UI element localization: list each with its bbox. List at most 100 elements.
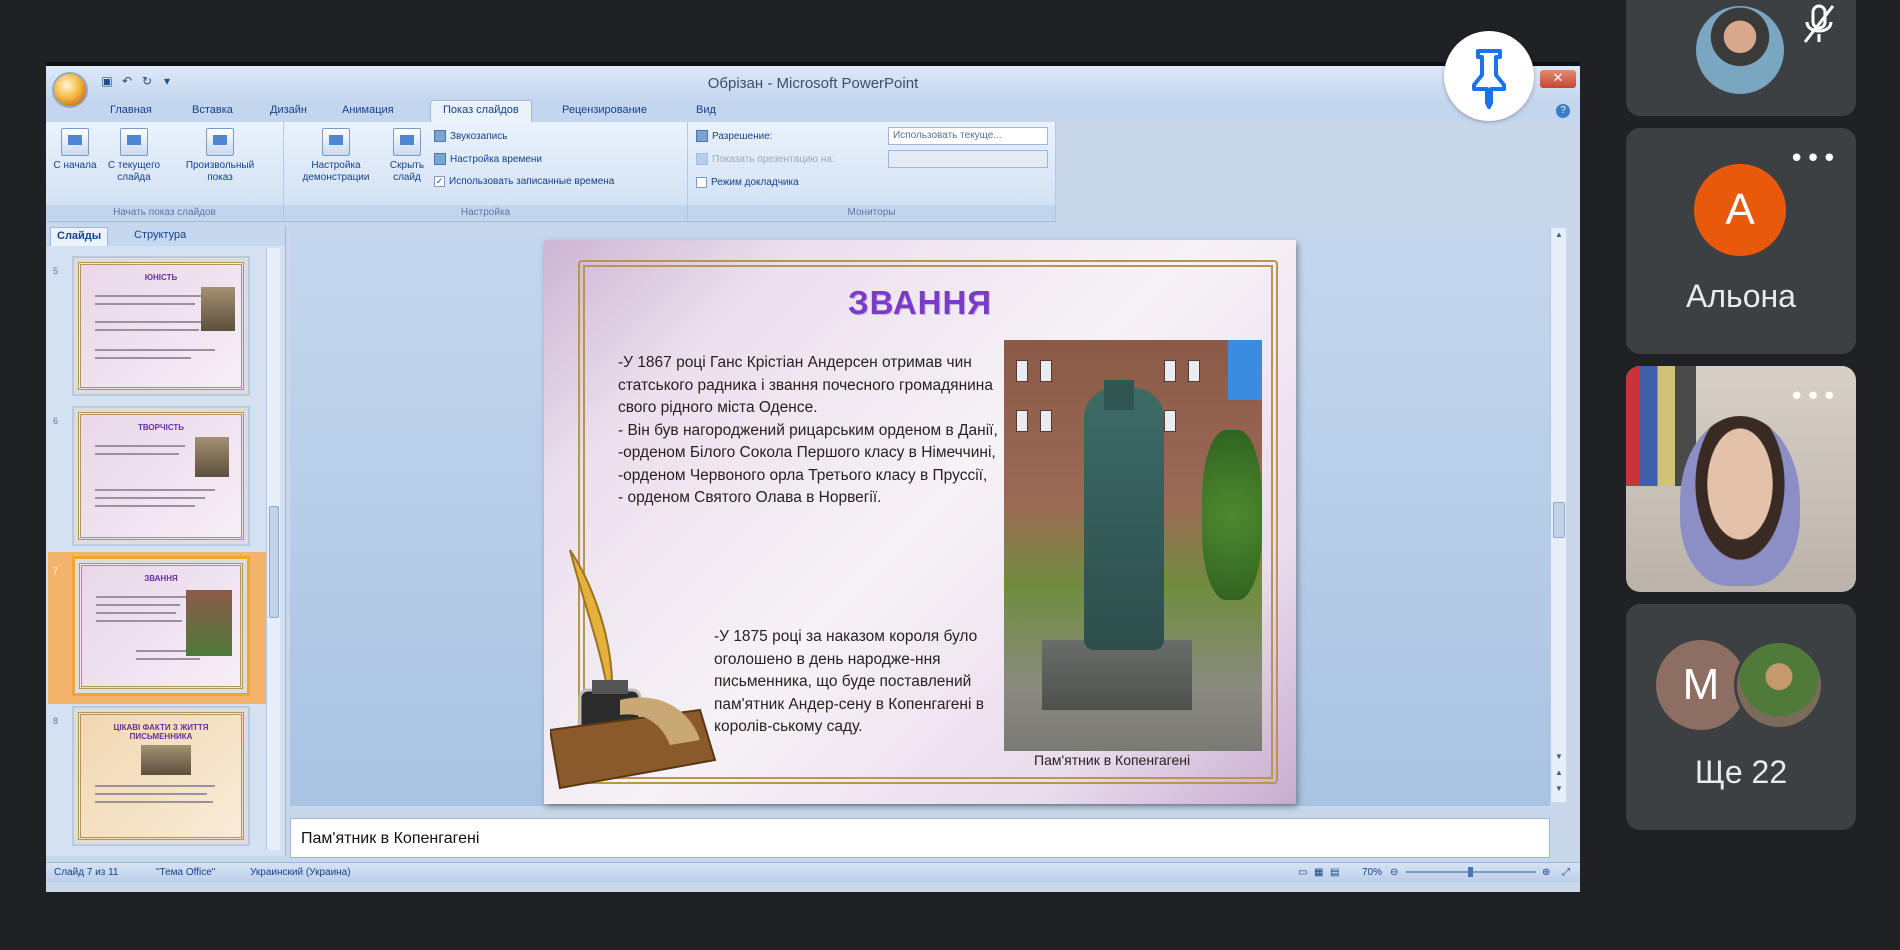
participant-tile[interactable]: [1626, 0, 1856, 116]
scroll-thumb[interactable]: [1553, 502, 1565, 538]
slide-thumbnail-selected[interactable]: ЗВАННЯ: [72, 556, 250, 696]
zoom-in-icon[interactable]: ⊕: [1542, 867, 1550, 878]
pane-tabs: Слайды Структура: [46, 226, 285, 246]
slide-number: 7: [53, 566, 59, 576]
custom-show-button[interactable]: Произвольный показ: [178, 128, 262, 184]
participant-avatar: А: [1694, 164, 1786, 256]
theme-name: "Тема Office": [156, 867, 216, 878]
participant-avatar: М: [1656, 640, 1746, 730]
help-icon[interactable]: ?: [1556, 104, 1570, 118]
pin-icon: [1472, 49, 1506, 109]
fit-to-window-icon[interactable]: ⤢: [1562, 867, 1570, 878]
statue-image: [186, 590, 232, 656]
setup-group: Настройка демонстрации Скрыть слайд Звук…: [284, 122, 688, 222]
portrait-image: [195, 437, 229, 477]
scroll-thumb[interactable]: [269, 506, 279, 618]
tab-home[interactable]: Главная: [110, 104, 152, 116]
title-bar: ▣ ↶ ↻ ▾ Обрізан - Microsoft PowerPoint ✕: [46, 66, 1580, 108]
participant-tile[interactable]: •••: [1626, 366, 1856, 592]
zoom-out-icon[interactable]: ⊖: [1390, 867, 1398, 878]
checkmark-icon: ✓: [434, 176, 445, 187]
andersen-monument-photo: [1004, 340, 1262, 751]
resolution-label: Разрешение:: [696, 130, 773, 142]
microphone-icon: [434, 130, 446, 142]
zoom-level[interactable]: 70%: [1362, 867, 1382, 878]
next-slide-icon[interactable]: ▼: [1551, 784, 1567, 793]
slide-title: ЗВАННЯ: [847, 284, 993, 321]
resolution-select[interactable]: Использовать текуще...: [888, 127, 1048, 145]
from-current-button[interactable]: С текущего слайда: [102, 128, 166, 184]
window-title: Обрізан - Microsoft PowerPoint: [707, 75, 919, 92]
show-on-select: [888, 150, 1048, 168]
monitor-icon: [696, 153, 708, 165]
slide-counter: Слайд 7 из 11: [54, 867, 119, 878]
zoom-slider[interactable]: [1406, 867, 1536, 877]
notes-text: Пам'ятник в Копенгагені: [301, 830, 480, 847]
slide-thumbnail[interactable]: ЦІКАВІ ФАКТИ З ЖИТТЯ ПИСЬМЕННИКА: [72, 706, 250, 846]
slide-thumbnail[interactable]: ТВОРЧІСТЬ: [72, 406, 250, 546]
more-options-icon[interactable]: •••: [1789, 384, 1838, 410]
hide-slide-icon: [393, 128, 421, 156]
slide-body-text-2: -У 1875 році за наказом короля було огол…: [714, 628, 984, 735]
participant-tile[interactable]: ••• А Альона: [1626, 128, 1856, 354]
notes-pane[interactable]: Пам'ятник в Копенгагені: [290, 818, 1550, 858]
quill-inkwell-image: [550, 549, 717, 790]
portrait-image: [201, 287, 235, 331]
setup-show-icon: [322, 128, 350, 156]
slideshow-current-icon: [120, 128, 148, 156]
more-participants-count: Ще 22: [1694, 754, 1788, 790]
tab-animation[interactable]: Анимация: [342, 104, 394, 116]
previous-slide-icon[interactable]: ▲: [1551, 768, 1567, 777]
thumbnail-title: ЦІКАВІ ФАКТИ З ЖИТТЯ ПИСЬМЕННИКА: [113, 723, 209, 741]
participant-video: [1696, 6, 1784, 94]
slides-pane-scrollbar[interactable]: [266, 248, 280, 850]
tab-insert[interactable]: Вставка: [192, 104, 233, 116]
group-label: Мониторы: [688, 205, 1055, 220]
status-bar: Слайд 7 из 11 "Тема Office" Украинский (…: [46, 862, 1580, 882]
custom-show-icon: [206, 128, 234, 156]
scroll-down-icon[interactable]: ▼: [1551, 752, 1567, 761]
sorter-view-icon[interactable]: ▦: [1314, 867, 1323, 878]
slide-scrollbar[interactable]: ▲ ▼ ▲ ▼: [1550, 228, 1566, 802]
scroll-up-icon[interactable]: ▲: [1551, 230, 1567, 239]
clock-icon: [434, 153, 446, 165]
tab-outline[interactable]: Структура: [128, 227, 192, 246]
show-on-label: Показать презентацию на:: [696, 153, 835, 165]
checkbox-icon: [696, 177, 707, 188]
more-options-icon[interactable]: •••: [1789, 146, 1838, 172]
mic-off-icon[interactable]: [1802, 2, 1836, 46]
language-indicator[interactable]: Украинский (Украина): [250, 867, 351, 878]
more-participants-tile[interactable]: М Ще 22: [1626, 604, 1856, 830]
from-start-button[interactable]: С начала: [52, 128, 98, 172]
pin-button[interactable]: [1444, 31, 1534, 121]
monitors-group: Разрешение: Использовать текуще... Показ…: [688, 122, 1056, 222]
tab-review[interactable]: Рецензирование: [562, 104, 647, 116]
normal-view-icon[interactable]: ▭: [1298, 867, 1307, 878]
portrait-image: [141, 745, 191, 775]
slide-number: 8: [53, 716, 59, 726]
slideshow-view-icon[interactable]: ▤: [1330, 867, 1339, 878]
close-button[interactable]: ✕: [1540, 70, 1576, 88]
hide-slide-button[interactable]: Скрыть слайд: [382, 128, 432, 184]
slide-thumbnail[interactable]: ЮНІСТЬ: [72, 256, 250, 396]
tab-design[interactable]: Дизайн: [270, 104, 307, 116]
presenter-view-checkbox[interactable]: Режим докладчика: [696, 177, 799, 188]
monitor-icon: [696, 130, 708, 142]
tab-slideshow[interactable]: Показ слайдов: [430, 100, 532, 122]
photo-caption: Пам'ятник в Копенгагені: [1034, 752, 1191, 768]
meeting-stage: ▣ ↶ ↻ ▾ Обрізан - Microsoft PowerPoint ✕…: [0, 0, 1900, 950]
group-label: Настройка: [284, 205, 687, 220]
record-narration-button[interactable]: Звукозапись: [434, 130, 507, 142]
current-slide[interactable]: ЗВАННЯ -У 1867 році Ганс Крістіан Андерс…: [544, 240, 1296, 804]
office-button[interactable]: [52, 72, 88, 108]
zoom-slider-thumb[interactable]: [1468, 867, 1473, 877]
use-timings-checkbox[interactable]: ✓ Использовать записанные времена: [434, 176, 614, 187]
tab-view[interactable]: Вид: [696, 104, 716, 116]
tab-slides[interactable]: Слайды: [50, 227, 109, 246]
setup-show-button[interactable]: Настройка демонстрации: [288, 128, 384, 184]
thumbnail-title: ТВОРЧІСТЬ: [137, 423, 185, 432]
rehearse-timings-button[interactable]: Настройка времени: [434, 153, 542, 165]
participant-name: Альона: [1686, 278, 1796, 314]
thumbnail-title: ЗВАННЯ: [144, 574, 178, 583]
slide-number: 5: [53, 266, 59, 276]
